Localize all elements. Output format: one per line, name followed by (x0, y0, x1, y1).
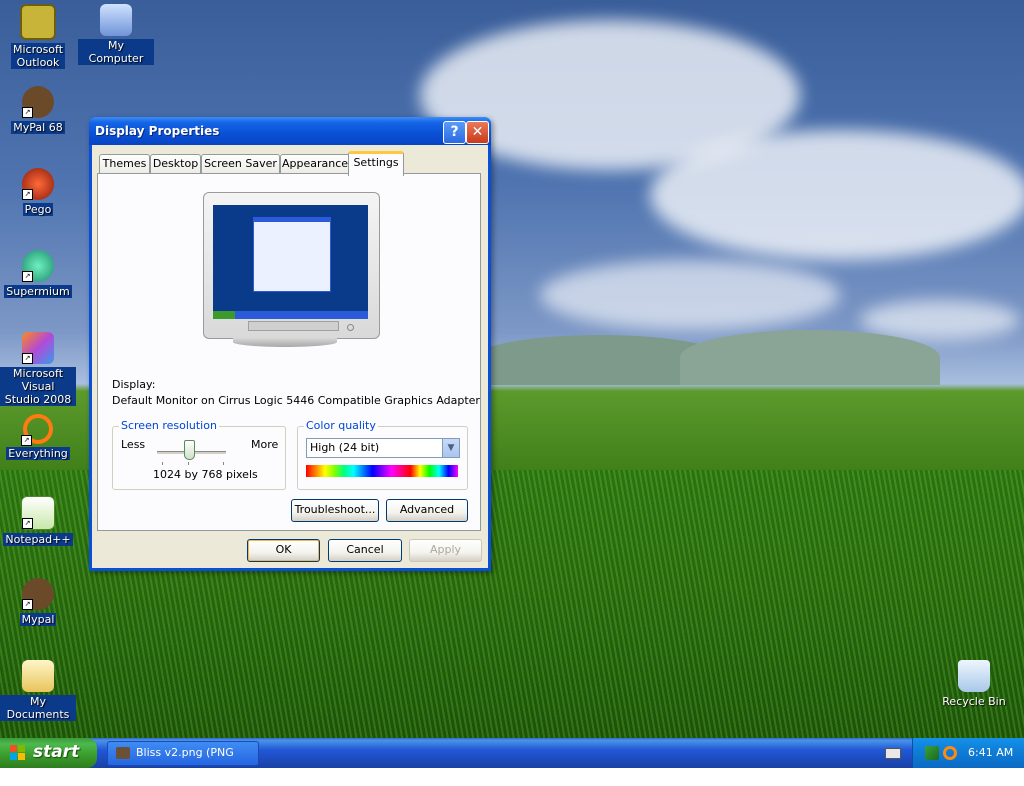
ok-button[interactable]: OK (247, 539, 320, 562)
cancel-button[interactable]: Cancel (328, 539, 402, 562)
screen-resolution-title: Screen resolution (119, 419, 219, 432)
settings-tab-panel: Display: Default Monitor on Cirrus Logic… (97, 173, 481, 531)
network-icon[interactable] (925, 746, 939, 760)
system-tray: 6:41 AM (912, 738, 1024, 768)
desktop-icon-label: My Computer (78, 39, 154, 65)
power-led (347, 324, 354, 331)
taskbar-item-bliss[interactable]: Bliss v2.png (PNG Im... (107, 741, 259, 781)
mypal-icon: ↗ (22, 86, 54, 118)
color-quality-group: Color quality High (24 bit) ▼ (297, 419, 468, 490)
close-button[interactable]: ✕ (466, 121, 489, 144)
slider-tick (162, 462, 163, 465)
tab-themes[interactable]: Themes (99, 154, 150, 173)
desktop-icon-everything[interactable]: ↗ Everything (0, 414, 76, 460)
clock[interactable]: 6:41 AM (968, 746, 1013, 759)
color-quality-select[interactable]: High (24 bit) ▼ (306, 438, 460, 458)
color-quality-value: High (24 bit) (310, 441, 380, 454)
desktop-icon-label: Microsoft Outlook (10, 43, 66, 69)
desktop-icon-label: Supermium (4, 285, 72, 298)
slider-more-label: More (251, 438, 279, 451)
start-label: start (33, 742, 80, 762)
resolution-value: 1024 by 768 pixels (153, 468, 258, 481)
desktop-icon-label: Mypal (19, 613, 57, 626)
slider-tick (223, 462, 224, 465)
taskbar: start Bliss v2.png (PNG Im... 6:41 AM (0, 738, 1024, 781)
keyboard-icon[interactable] (885, 748, 901, 759)
everything-icon: ↗ (21, 414, 53, 446)
troubleshoot-button[interactable]: Troubleshoot... (291, 499, 379, 522)
preview-window-thumbnail (253, 217, 331, 292)
display-label: Display: (112, 378, 156, 391)
resolution-slider-thumb[interactable] (184, 440, 195, 460)
desktop-icon-notepadpp[interactable]: ↗ Notepad++ (0, 496, 76, 546)
outlook-icon (20, 4, 56, 40)
window-client-area: Themes Desktop Screen Saver Appearance S… (92, 145, 488, 568)
tab-screen-saver[interactable]: Screen Saver (201, 154, 280, 173)
desktop-icon-visual-studio[interactable]: ↗ Microsoft Visual Studio 2008 (0, 332, 76, 406)
desktop-icon-label: Everything (6, 447, 70, 460)
desktop-icon-pego[interactable]: ↗ Pego (0, 168, 76, 216)
everything-tray-icon[interactable] (943, 746, 957, 760)
color-quality-title: Color quality (304, 419, 378, 432)
start-button[interactable]: start (0, 738, 97, 768)
monitor-preview (203, 192, 380, 339)
color-spectrum-bar (306, 465, 458, 477)
preview-taskbar (213, 311, 368, 319)
desktop-icon-supermium[interactable]: ↗ Supermium (0, 250, 76, 298)
notepadpp-icon: ↗ (21, 496, 55, 530)
desktop-icon-mypal68[interactable]: ↗ MyPal 68 (0, 86, 76, 134)
chevron-down-icon[interactable]: ▼ (442, 439, 459, 457)
supermium-icon: ↗ (22, 250, 54, 282)
desktop-icon-label: Microsoft Visual Studio 2008 (0, 367, 76, 406)
monitor-bezel-strip (248, 321, 339, 331)
desktop-icon-label: Notepad++ (3, 533, 73, 546)
tab-settings[interactable]: Settings (348, 151, 404, 176)
advanced-button[interactable]: Advanced (386, 499, 468, 522)
windows-logo-icon (10, 745, 27, 761)
mypal-icon: ↗ (22, 578, 54, 610)
display-adapter-name: Default Monitor on Cirrus Logic 5446 Com… (112, 394, 480, 407)
help-button[interactable]: ? (443, 121, 466, 144)
desktop-icon-my-documents[interactable]: My Documents (0, 660, 76, 721)
desktop-icon-label: Pego (22, 203, 54, 216)
my-computer-icon (100, 4, 132, 36)
recycle-bin-icon (958, 660, 990, 692)
preview-start-button (213, 311, 235, 319)
slider-less-label: Less (121, 438, 146, 451)
desktop-icon-outlook[interactable]: Microsoft Outlook (0, 4, 76, 69)
display-properties-window: Display Properties ? ✕ Themes Desktop Sc… (89, 117, 491, 571)
my-documents-icon (22, 660, 54, 692)
desktop-icon-label: MyPal 68 (11, 121, 65, 134)
apply-button[interactable]: Apply (409, 539, 482, 562)
monitor-screen (213, 205, 368, 319)
taskbar-item-label: Bliss v2.png (PNG Im... (136, 746, 234, 781)
window-title: Display Properties (95, 124, 220, 138)
desktop-icon-recycle-bin[interactable]: Recycle Bin (936, 660, 1012, 708)
title-bar[interactable]: Display Properties ? ✕ (89, 117, 491, 145)
slider-tick (188, 462, 189, 465)
visual-studio-icon: ↗ (22, 332, 54, 364)
pego-icon: ↗ (22, 168, 54, 200)
desktop-icon-label: My Documents (0, 695, 76, 721)
desktop-icon-my-computer[interactable]: My Computer (78, 4, 154, 65)
tab-desktop[interactable]: Desktop (150, 154, 201, 173)
tab-appearance[interactable]: Appearance (280, 154, 350, 173)
image-viewer-icon (116, 747, 130, 759)
desktop-icon-mypal[interactable]: ↗ Mypal (0, 578, 76, 626)
desktop-icon-label: Recycle Bin (942, 695, 1006, 708)
monitor-stand (233, 337, 337, 347)
screen-resolution-group: Screen resolution Less More 1024 by 768 … (112, 419, 286, 490)
